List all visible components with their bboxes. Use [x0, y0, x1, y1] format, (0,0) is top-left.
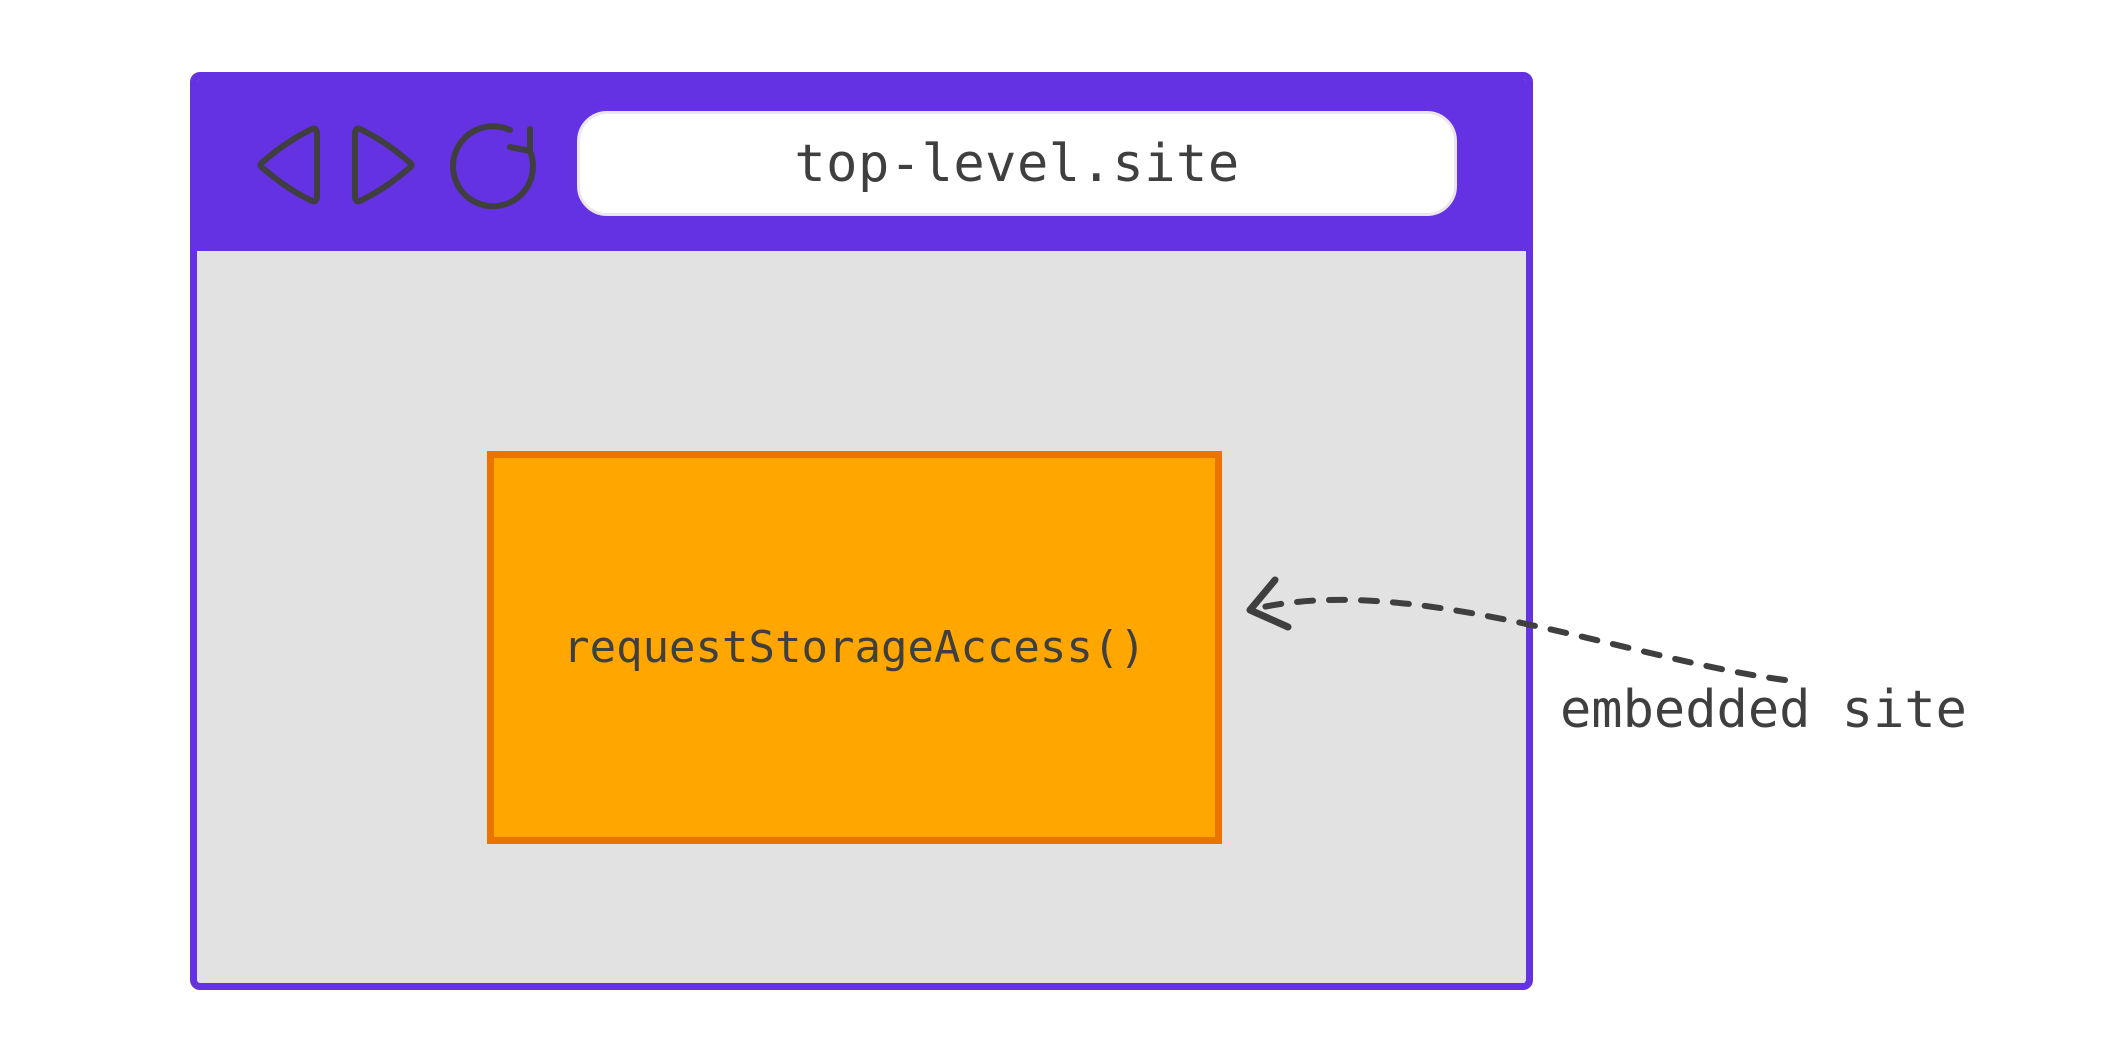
forward-icon[interactable] [350, 119, 420, 211]
annotation-label-text: embedded site [1560, 680, 1967, 740]
browser-toolbar: top-level.site [197, 79, 1526, 251]
reload-icon[interactable] [448, 117, 544, 213]
browser-window: top-level.site requestStorageAccess() [190, 72, 1533, 990]
address-bar-text: top-level.site [794, 134, 1239, 194]
address-bar[interactable]: top-level.site [577, 111, 1457, 216]
annotation-label: embedded site [1560, 680, 1967, 740]
diagram-canvas: top-level.site requestStorageAccess() em… [0, 0, 2102, 1056]
embedded-site-box: requestStorageAccess() [487, 451, 1222, 844]
browser-content-area: requestStorageAccess() [197, 251, 1526, 983]
back-icon[interactable] [252, 119, 322, 211]
nav-icons-group [252, 117, 544, 213]
embedded-site-label: requestStorageAccess() [563, 622, 1146, 673]
